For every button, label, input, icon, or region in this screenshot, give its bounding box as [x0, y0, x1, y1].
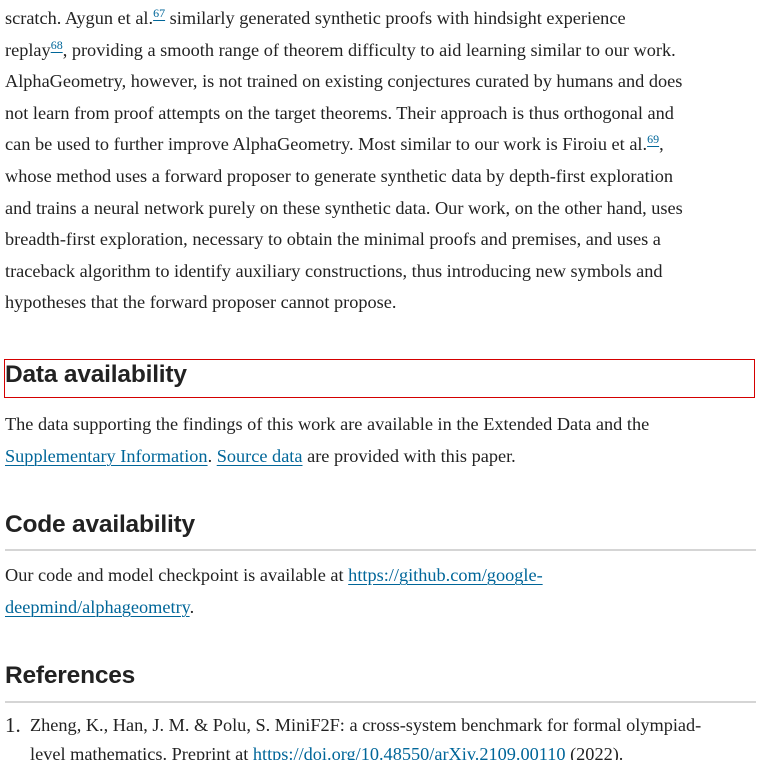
- paragraph-line: scratch. Aygun et al.67 similarly genera…: [5, 3, 757, 35]
- data-availability-paragraph: The data supporting the findings of this…: [5, 409, 757, 472]
- citation-link-69[interactable]: 69: [647, 132, 659, 146]
- paragraph-line: deepmind/alphageometry.: [5, 592, 757, 624]
- supplementary-information-link[interactable]: Supplementary Information: [5, 446, 208, 466]
- reference-number: 1.: [5, 713, 21, 737]
- text-fragment: .: [189, 596, 195, 617]
- paragraph-line: not learn from proof attempts on the tar…: [5, 102, 674, 123]
- text-fragment: are provided with this paper.: [302, 445, 516, 466]
- reference-list: 1. Zheng, K., Han, J. M. & Polu, S. Mini…: [5, 711, 757, 760]
- reference-text-line: level mathematics. Preprint at https://d…: [30, 740, 757, 760]
- paragraph-line: The data supporting the findings of this…: [5, 414, 650, 434]
- text-fragment: Our code and model checkpoint is availab…: [5, 565, 349, 585]
- paragraph-line: Our code and model checkpoint is availab…: [5, 560, 757, 592]
- section-divider: [5, 701, 756, 703]
- text-fragment: .: [207, 445, 217, 466]
- paragraph-line: traceback algorithm to identify auxiliar…: [5, 260, 663, 281]
- text-fragment: scratch. Aygun et al.: [5, 8, 154, 28]
- github-repo-link[interactable]: https://github.com/google-: [348, 565, 542, 585]
- text-fragment: can be used to further improve AlphaGeom…: [5, 134, 648, 155]
- reference-item: 1. Zheng, K., Han, J. M. & Polu, S. Mini…: [5, 711, 757, 760]
- paragraph-line: breadth-first exploration, necessary to …: [5, 229, 661, 250]
- paragraph-line: replay68, providing a smooth range of th…: [5, 35, 757, 67]
- code-availability-heading: Code availability: [5, 511, 195, 538]
- paragraph-line: can be used to further improve AlphaGeom…: [5, 129, 757, 161]
- references-heading: References: [5, 662, 136, 689]
- reference-text-line: Zheng, K., Han, J. M. & Polu, S. MiniF2F…: [30, 715, 702, 735]
- source-data-link[interactable]: Source data: [217, 446, 303, 466]
- text-fragment: (2022).: [565, 744, 624, 760]
- paragraph-line: AlphaGeometry, however, is not trained o…: [5, 71, 683, 92]
- paragraph-line: Supplementary Information. Source data a…: [5, 441, 757, 473]
- text-fragment: ,: [659, 134, 664, 155]
- text-fragment: replay: [5, 39, 51, 60]
- github-repo-link-continued[interactable]: deepmind/alphageometry: [5, 597, 190, 617]
- paragraph-line: and trains a neural network purely on th…: [5, 197, 683, 218]
- citation-link-68[interactable]: 68: [51, 38, 63, 52]
- article-page: scratch. Aygun et al.67 similarly genera…: [0, 0, 760, 760]
- text-fragment: similarly generated synthetic proofs wit…: [165, 8, 626, 28]
- data-availability-heading: Data availability: [5, 361, 187, 388]
- doi-link[interactable]: https://doi.org/10.48550/arXiv.2109.0011…: [253, 744, 566, 760]
- paragraph-line: whose method uses a forward proposer to …: [5, 165, 674, 186]
- code-availability-paragraph: Our code and model checkpoint is availab…: [5, 560, 757, 623]
- section-divider: [5, 549, 756, 551]
- intro-paragraph: scratch. Aygun et al.67 similarly genera…: [5, 3, 757, 319]
- text-fragment: , providing a smooth range of theorem di…: [62, 39, 676, 60]
- citation-link-67[interactable]: 67: [153, 6, 165, 20]
- text-fragment: level mathematics. Preprint at: [30, 744, 253, 760]
- paragraph-line: hypotheses that the forward proposer can…: [5, 292, 397, 313]
